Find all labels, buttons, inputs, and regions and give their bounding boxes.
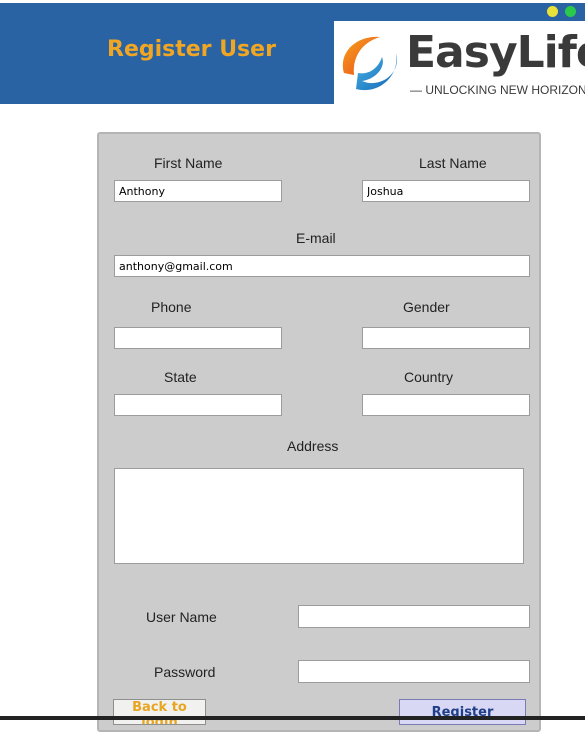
registration-form	[97, 132, 541, 732]
window-dot-yellow[interactable]	[547, 6, 558, 17]
country-label: Country	[404, 369, 454, 385]
back-to-login-button[interactable]: Back to login	[113, 699, 206, 725]
email-input[interactable]	[114, 255, 530, 277]
register-button[interactable]: Register	[399, 699, 526, 725]
password-input[interactable]	[298, 660, 530, 683]
state-input[interactable]	[114, 394, 282, 416]
last-name-input[interactable]	[362, 180, 530, 202]
first-name-label: First Name	[154, 155, 223, 171]
logo-wordmark: EasyLife	[406, 27, 585, 78]
window-dot-green[interactable]	[565, 6, 576, 17]
gender-label: Gender	[403, 299, 450, 315]
email-label: E-mail	[296, 230, 336, 246]
address-textarea[interactable]	[114, 468, 524, 564]
password-label: Password	[154, 664, 216, 680]
country-input[interactable]	[362, 394, 530, 416]
state-label: State	[164, 369, 197, 385]
bottom-edge	[0, 716, 585, 720]
gender-input[interactable]	[362, 327, 530, 349]
logo-tagline: — UNLOCKING NEW HORIZONS —	[410, 83, 585, 97]
username-input[interactable]	[298, 605, 530, 628]
first-name-input[interactable]	[114, 180, 282, 202]
username-label: User Name	[146, 609, 217, 625]
address-label: Address	[287, 438, 339, 454]
phone-input[interactable]	[114, 327, 282, 349]
easylife-logo-icon	[342, 36, 398, 91]
page-title: Register User	[107, 37, 276, 62]
last-name-label: Last Name	[419, 155, 487, 171]
easylife-logo: EasyLife — UNLOCKING NEW HORIZONS —	[334, 21, 585, 104]
phone-label: Phone	[151, 299, 192, 315]
